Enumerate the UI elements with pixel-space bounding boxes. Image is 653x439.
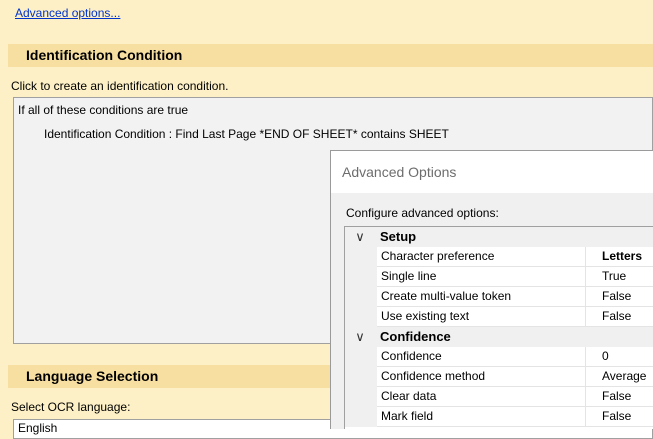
- category-confidence[interactable]: ∨ Confidence: [345, 327, 653, 347]
- dialog-caption: Configure advanced options:: [346, 206, 499, 220]
- property-value[interactable]: False: [586, 287, 653, 307]
- property-name: Create multi-value token: [377, 287, 586, 307]
- identification-hint[interactable]: Click to create an identification condit…: [11, 79, 228, 93]
- property-name: Use existing text: [377, 307, 586, 327]
- category-label: Confidence: [380, 329, 451, 344]
- advanced-options-dialog: Advanced Options Configure advanced opti…: [330, 150, 653, 429]
- language-hint: Select OCR language:: [11, 400, 131, 414]
- property-row[interactable]: Character preference Letters: [345, 247, 653, 267]
- condition-line[interactable]: Identification Condition : Find Last Pag…: [44, 127, 449, 141]
- property-value[interactable]: Average: [586, 367, 653, 387]
- advanced-options-link[interactable]: Advanced options...: [15, 6, 120, 20]
- property-grid[interactable]: ∨ Setup Character preference Letters Sin…: [344, 226, 653, 429]
- condition-group-line[interactable]: If all of these conditions are true: [18, 103, 188, 117]
- property-row[interactable]: Single line True: [345, 267, 653, 287]
- property-row[interactable]: Use existing text False: [345, 307, 653, 327]
- property-row[interactable]: Confidence method Average: [345, 367, 653, 387]
- identification-condition-header: Identification Condition: [8, 44, 653, 67]
- property-value[interactable]: True: [586, 267, 653, 287]
- property-name: Confidence: [377, 347, 586, 367]
- chevron-down-icon[interactable]: ∨: [353, 227, 367, 246]
- property-name: Single line: [377, 267, 586, 287]
- property-value[interactable]: 0: [586, 347, 653, 367]
- property-row[interactable]: Confidence 0: [345, 347, 653, 367]
- dialog-title: Advanced Options: [331, 151, 653, 193]
- category-label: Setup: [380, 229, 417, 244]
- chevron-down-icon[interactable]: ∨: [353, 327, 367, 346]
- property-row[interactable]: Clear data False: [345, 387, 653, 407]
- property-name: Character preference: [377, 247, 586, 267]
- property-value[interactable]: Letters: [586, 247, 653, 267]
- property-name: Clear data: [377, 387, 586, 407]
- property-name: Confidence method: [377, 367, 586, 387]
- property-row[interactable]: Create multi-value token False: [345, 287, 653, 307]
- property-value[interactable]: False: [586, 307, 653, 327]
- property-value[interactable]: False: [586, 387, 653, 407]
- property-value[interactable]: False: [586, 407, 653, 427]
- property-row[interactable]: Mark field False: [345, 407, 653, 427]
- category-setup[interactable]: ∨ Setup: [345, 227, 653, 247]
- property-name: Mark field: [377, 407, 586, 427]
